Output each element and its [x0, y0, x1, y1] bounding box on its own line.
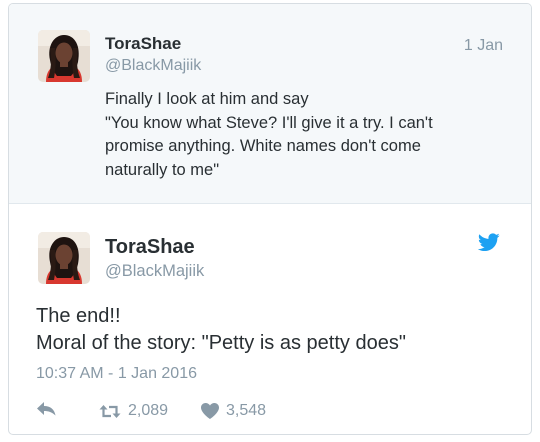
tweet-text: Finally I look at him and say "You know … — [105, 88, 515, 182]
avatar[interactable] — [38, 30, 90, 82]
tweet-text-line: Moral of the story: "Petty is as petty d… — [36, 332, 406, 354]
tweet-card: ToraShae @BlackMajiik 1 Jan Finally I lo… — [8, 3, 532, 435]
like-button[interactable]: 3,548 — [201, 402, 266, 420]
tweet-date[interactable]: 1 Jan — [464, 37, 503, 55]
reply-arrow-icon — [37, 402, 56, 416]
heart-icon — [201, 403, 219, 419]
display-name[interactable]: ToraShae — [105, 34, 181, 54]
tweet-text-line: The end!! — [36, 305, 121, 327]
tweet-text-line: promise anything. White names don't come — [105, 137, 421, 155]
avatar[interactable] — [38, 232, 90, 284]
retweet-icon — [99, 404, 121, 418]
tweet-actions: 2,089 3,548 — [9, 402, 531, 426]
reply-button[interactable] — [37, 402, 57, 416]
tweet-text-line: naturally to me" — [105, 160, 220, 179]
twitter-bird-icon[interactable] — [478, 233, 500, 252]
tweet-text-line: "You know what Steve? I'll give it a try… — [105, 113, 433, 132]
tweet-text: The end!! Moral of the story: "Petty is … — [36, 303, 506, 357]
reply-tweet[interactable]: ToraShae @BlackMajiik 1 Jan Finally I lo… — [9, 4, 531, 204]
retweet-count: 2,089 — [128, 402, 169, 419]
retweet-button[interactable]: 2,089 — [99, 402, 168, 420]
display-name[interactable]: ToraShae — [105, 236, 195, 259]
tweet-timestamp[interactable]: 10:37 AM - 1 Jan 2016 — [36, 365, 197, 383]
like-count: 3,548 — [226, 402, 267, 419]
user-handle[interactable]: @BlackMajiik — [105, 262, 204, 281]
user-handle[interactable]: @BlackMajiik — [105, 57, 201, 75]
tweet-text-line: Finally I look at him and say — [105, 90, 309, 108]
